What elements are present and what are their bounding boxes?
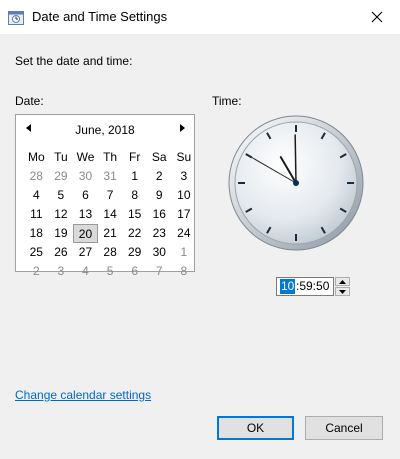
calendar-day-selected[interactable]: 20 — [73, 224, 98, 243]
date-label: Date: — [15, 94, 44, 108]
calendar-day[interactable]: 19 — [49, 224, 74, 243]
calendar-day[interactable]: 29 — [122, 243, 147, 262]
calendar-day[interactable]: 27 — [73, 243, 98, 262]
time-hour-segment[interactable]: 10 — [280, 279, 296, 294]
calendar-day[interactable]: 10 — [172, 186, 197, 205]
calendar-day[interactable]: 5 — [49, 186, 74, 205]
time-label: Time: — [212, 94, 242, 108]
date-time-dialog: Date and Time Settings Set the date and … — [0, 0, 400, 459]
calendar-day[interactable]: 5 — [98, 262, 123, 281]
window-title: Date and Time Settings — [32, 9, 168, 24]
ok-button[interactable]: OK — [217, 416, 294, 440]
calendar-day[interactable]: 13 — [73, 205, 98, 224]
minute-hand — [294, 134, 297, 184]
calendar-day[interactable]: 8 — [122, 186, 147, 205]
calendar-day[interactable]: 3 — [172, 167, 197, 186]
weekday-header: We — [76, 150, 95, 164]
spin-buttons — [335, 277, 350, 296]
calendar-week-row: 4 5 6 7 8 9 10 — [24, 186, 196, 205]
calendar-day[interactable]: 30 — [73, 167, 98, 186]
calendar-day[interactable]: 28 — [98, 243, 123, 262]
weekday-header: Th — [103, 150, 118, 164]
time-minute-second-segment[interactable]: :59:50 — [296, 279, 329, 294]
spin-up-button[interactable] — [335, 277, 350, 286]
weekday-header: Mo — [27, 150, 45, 164]
cancel-button[interactable]: Cancel — [305, 416, 383, 440]
spin-down-button[interactable] — [335, 287, 350, 296]
calendar-day[interactable]: 18 — [24, 224, 49, 243]
calendar-day[interactable]: 7 — [147, 262, 172, 281]
calendar-week-row: 18 19 20 21 22 23 24 — [24, 224, 196, 243]
weekday-header: Tu — [54, 150, 68, 164]
calendar-day[interactable]: 29 — [49, 167, 74, 186]
calendar-day[interactable]: 14 — [98, 205, 123, 224]
title-bar: Date and Time Settings — [0, 0, 400, 34]
calendar-day[interactable]: 6 — [122, 262, 147, 281]
calendar-week-row: 25 26 27 28 29 30 1 — [24, 243, 196, 262]
clock-center — [293, 180, 299, 186]
calendar-day[interactable]: 25 — [24, 243, 49, 262]
calendar-day[interactable]: 26 — [49, 243, 74, 262]
calendar-day[interactable]: 30 — [147, 243, 172, 262]
calendar-grid: Mo Tu We Th Fr Sa Su 28 29 30 31 1 2 3 4 5 6 7 8 9 10 11 12 13… — [24, 148, 196, 281]
calendar-day[interactable]: 24 — [172, 224, 197, 243]
weekday-header-row: Mo Tu We Th Fr Sa Su — [24, 148, 196, 167]
close-icon — [371, 11, 383, 23]
next-month-button[interactable] — [176, 121, 190, 135]
chevron-right-icon — [180, 124, 185, 132]
calendar-day[interactable]: 2 — [147, 167, 172, 186]
calendar-day[interactable]: 12 — [49, 205, 74, 224]
change-calendar-settings-link[interactable]: Change calendar settings — [15, 388, 151, 402]
calendar-day[interactable]: 4 — [73, 262, 98, 281]
calendar-day[interactable]: 9 — [147, 186, 172, 205]
calendar-day[interactable]: 1 — [172, 243, 197, 262]
calendar-day[interactable]: 28 — [24, 167, 49, 186]
spin-down-icon — [339, 289, 346, 294]
calendar: June, 2018 Mo Tu We Th Fr Sa Su 28 29 30 31 1 2 3 4 5 6… — [15, 114, 195, 278]
calendar-day[interactable]: 4 — [24, 186, 49, 205]
time-input[interactable]: 10 :59:50 — [276, 277, 334, 296]
calendar-day[interactable]: 1 — [122, 167, 147, 186]
calendar-day[interactable]: 6 — [73, 186, 98, 205]
weekday-header: Fr — [129, 150, 141, 164]
spin-up-icon — [339, 279, 346, 284]
calendar-day[interactable]: 17 — [172, 205, 197, 224]
calendar-day[interactable]: 11 — [24, 205, 49, 224]
calendar-day[interactable]: 16 — [147, 205, 172, 224]
calendar-week-row: 28 29 30 31 1 2 3 — [24, 167, 196, 186]
calendar-day[interactable]: 15 — [122, 205, 147, 224]
time-spinner: 10 :59:50 — [276, 277, 351, 296]
calendar-month-label[interactable]: June, 2018 — [16, 123, 194, 137]
dialog-heading: Set the date and time: — [15, 54, 133, 68]
weekday-header: Su — [176, 150, 192, 164]
close-button[interactable] — [354, 0, 400, 34]
calendar-day[interactable]: 8 — [172, 262, 197, 281]
calendar-day[interactable]: 22 — [122, 224, 147, 243]
calendar-week-row: 2345678 — [24, 262, 196, 281]
calendar-day[interactable]: 23 — [147, 224, 172, 243]
calendar-day[interactable]: 3 — [49, 262, 74, 281]
date-time-icon — [8, 9, 24, 25]
calendar-day[interactable]: 31 — [98, 167, 123, 186]
weekday-header: Sa — [151, 150, 167, 164]
calendar-day[interactable]: 2 — [24, 262, 49, 281]
analog-clock — [228, 115, 364, 251]
calendar-day[interactable]: 21 — [98, 224, 123, 243]
calendar-week-row: 11 12 13 14 15 16 17 — [24, 205, 196, 224]
calendar-day[interactable]: 7 — [98, 186, 123, 205]
